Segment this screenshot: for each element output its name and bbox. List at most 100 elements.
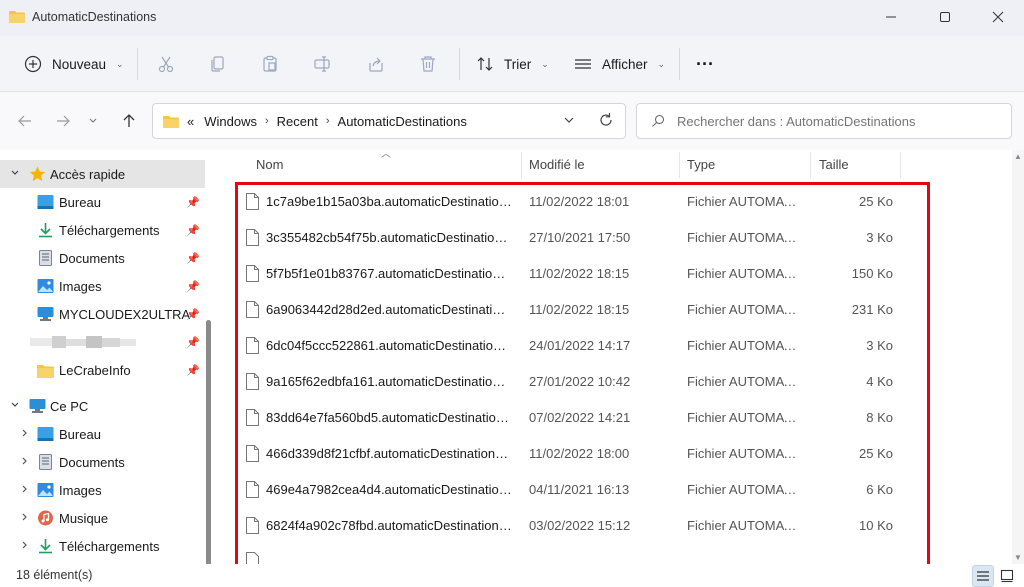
back-button[interactable] [10, 106, 40, 136]
table-row-partial[interactable] [238, 544, 924, 564]
toolbar-divider [459, 48, 460, 80]
file-type: Fichier AUTOMATICDESTINATIONS-MS [687, 302, 803, 317]
chevron-right-icon[interactable] [20, 484, 30, 497]
breadcrumb-automaticdestinations[interactable]: AutomaticDestinations [338, 114, 467, 129]
title-bar: AutomaticDestinations [0, 0, 1024, 36]
chevron-down-icon[interactable] [10, 400, 20, 413]
sidebar-item-pc-musique[interactable]: Musique [0, 504, 205, 532]
table-row[interactable]: 3c355482cb54f75b.automaticDestinations-m… [238, 220, 924, 256]
search-box[interactable] [636, 103, 1012, 139]
table-row[interactable]: 83dd64e7fa560bd5.automaticDestinations-m… [238, 400, 924, 436]
sidebar-item-lecrabeinfo[interactable]: LeCrabeInfo 📌 [0, 356, 205, 384]
file-type: Fichier AUTOMATICDESTINATIONS-MS [687, 446, 803, 461]
column-divider[interactable] [521, 152, 522, 178]
sidebar-item-documents[interactable]: Documents 📌 [0, 244, 205, 272]
sort-icon [477, 57, 493, 71]
chevron-right-icon[interactable] [20, 428, 30, 441]
column-divider[interactable] [679, 152, 680, 178]
sidebar-item-telechargements[interactable]: Téléchargements 📌 [0, 216, 205, 244]
up-button[interactable] [114, 106, 144, 136]
trash-icon [421, 56, 435, 72]
maximize-icon [940, 12, 950, 22]
chevron-right-icon[interactable] [20, 456, 30, 469]
recent-locations-button[interactable] [82, 106, 104, 136]
forward-button[interactable] [48, 106, 78, 136]
sidebar-item-quick-access[interactable]: Accès rapide [0, 160, 205, 188]
delete-button[interactable] [410, 46, 446, 82]
file-date: 04/11/2021 16:13 [529, 482, 630, 497]
table-row[interactable]: 1c7a9be1b15a03ba.automaticDestinations-m… [238, 184, 924, 220]
sidebar-item-pc-bureau[interactable]: Bureau [0, 420, 205, 448]
column-header-size[interactable]: Taille [819, 150, 849, 178]
sidebar-item-blurred[interactable]: 📌 [0, 328, 205, 356]
address-bar[interactable]: « Windows › Recent › AutomaticDestinatio… [152, 103, 626, 139]
table-row[interactable]: 6824f4a902c78fbd.automaticDestinations-m… [238, 508, 924, 544]
sidebar-item-label: Musique [59, 511, 109, 526]
star-icon [29, 166, 46, 181]
scroll-up-icon[interactable]: ▲ [1014, 152, 1022, 161]
column-divider[interactable] [900, 152, 901, 178]
scroll-down-icon[interactable]: ▼ [1014, 553, 1022, 562]
sidebar-scrollbar-thumb[interactable] [206, 320, 211, 564]
copy-button[interactable] [200, 46, 236, 82]
sidebar-item-pc-telechargements[interactable]: Téléchargements [0, 532, 205, 560]
tiles-view-button[interactable] [996, 565, 1018, 587]
file-date: 11/02/2022 18:15 [529, 266, 630, 281]
more-options-icon: ··· [696, 53, 714, 74]
breadcrumb-recent[interactable]: Recent [277, 114, 318, 129]
pin-icon: 📌 [186, 337, 200, 349]
new-button-label: Nouveau [52, 56, 107, 72]
close-button[interactable] [975, 0, 1021, 34]
column-header-name[interactable]: Nom [256, 150, 283, 178]
file-type: Fichier AUTOMATICDESTINATIONS-MS [687, 266, 803, 281]
table-row[interactable]: 6dc04f5ccc522861.automaticDestinations-m… [238, 328, 924, 364]
table-row[interactable]: 469e4a7982cea4d4.automaticDestinations-m… [238, 472, 924, 508]
desktop-icon [37, 195, 54, 209]
file-type: Fichier AUTOMATICDESTINATIONS-MS [687, 518, 803, 533]
file-icon [246, 445, 259, 462]
search-input[interactable] [677, 113, 1007, 129]
sidebar-item-images[interactable]: Images 📌 [0, 272, 205, 300]
share-icon [369, 57, 383, 72]
table-row[interactable]: 466d339d8f21cfbf.automaticDestinations-m… [238, 436, 924, 472]
table-row[interactable]: 6a9063442d28d2ed.automaticDestinations-m… [238, 292, 924, 328]
column-divider[interactable] [810, 152, 811, 178]
paste-button[interactable] [252, 46, 288, 82]
breadcrumb-overflow[interactable]: « [187, 114, 194, 129]
breadcrumb-windows[interactable]: Windows [204, 114, 257, 129]
column-header-type[interactable]: Type [687, 150, 715, 178]
refresh-button[interactable] [597, 111, 615, 132]
sidebar-item-pc-images[interactable]: Images [0, 476, 205, 504]
chevron-right-icon[interactable] [20, 540, 30, 553]
chevron-right-icon[interactable] [20, 512, 30, 525]
rename-button[interactable] [304, 46, 340, 82]
address-history-chevron-icon[interactable] [563, 114, 575, 129]
share-button[interactable] [358, 46, 394, 82]
arrow-left-icon [18, 115, 31, 127]
more-options-button[interactable]: ··· [696, 46, 714, 82]
copy-icon [211, 56, 224, 72]
sidebar-item-this-pc[interactable]: Ce PC [0, 392, 205, 420]
table-row[interactable]: 9a165f62edbfa161.automaticDestinations-m… [238, 364, 924, 400]
sidebar-item-mycloudex2ultra[interactable]: MYCLOUDEX2ULTRA 📌 [0, 300, 205, 328]
file-icon [246, 373, 259, 390]
file-icon [246, 229, 259, 246]
file-list-scrollbar[interactable]: ▲ ▼ [1012, 150, 1024, 564]
sidebar-item-bureau[interactable]: Bureau 📌 [0, 188, 205, 216]
file-name: 6a9063442d28d2ed.automaticDestinations-m… [266, 302, 512, 317]
new-button[interactable]: Nouveau ⌄ [24, 46, 124, 82]
cut-button[interactable] [148, 46, 184, 82]
details-view-button[interactable] [972, 565, 994, 587]
item-count: 18 élément(s) [16, 568, 93, 582]
chevron-down-icon[interactable] [10, 168, 20, 181]
minimize-button[interactable] [868, 0, 914, 34]
file-name: 1c7a9be1b15a03ba.automaticDestinations-m… [266, 194, 512, 209]
view-button[interactable]: Afficher ⌄ [574, 46, 665, 82]
column-header-modified[interactable]: Modifié le [529, 150, 585, 178]
file-icon [246, 301, 259, 318]
table-row[interactable]: 5f7b5f1e01b83767.automaticDestinations-m… [238, 256, 924, 292]
sidebar-item-pc-documents[interactable]: Documents [0, 448, 205, 476]
sort-button[interactable]: Trier ⌄ [476, 46, 549, 82]
maximize-button[interactable] [922, 0, 968, 34]
sidebar-item-label: Images [59, 483, 102, 498]
